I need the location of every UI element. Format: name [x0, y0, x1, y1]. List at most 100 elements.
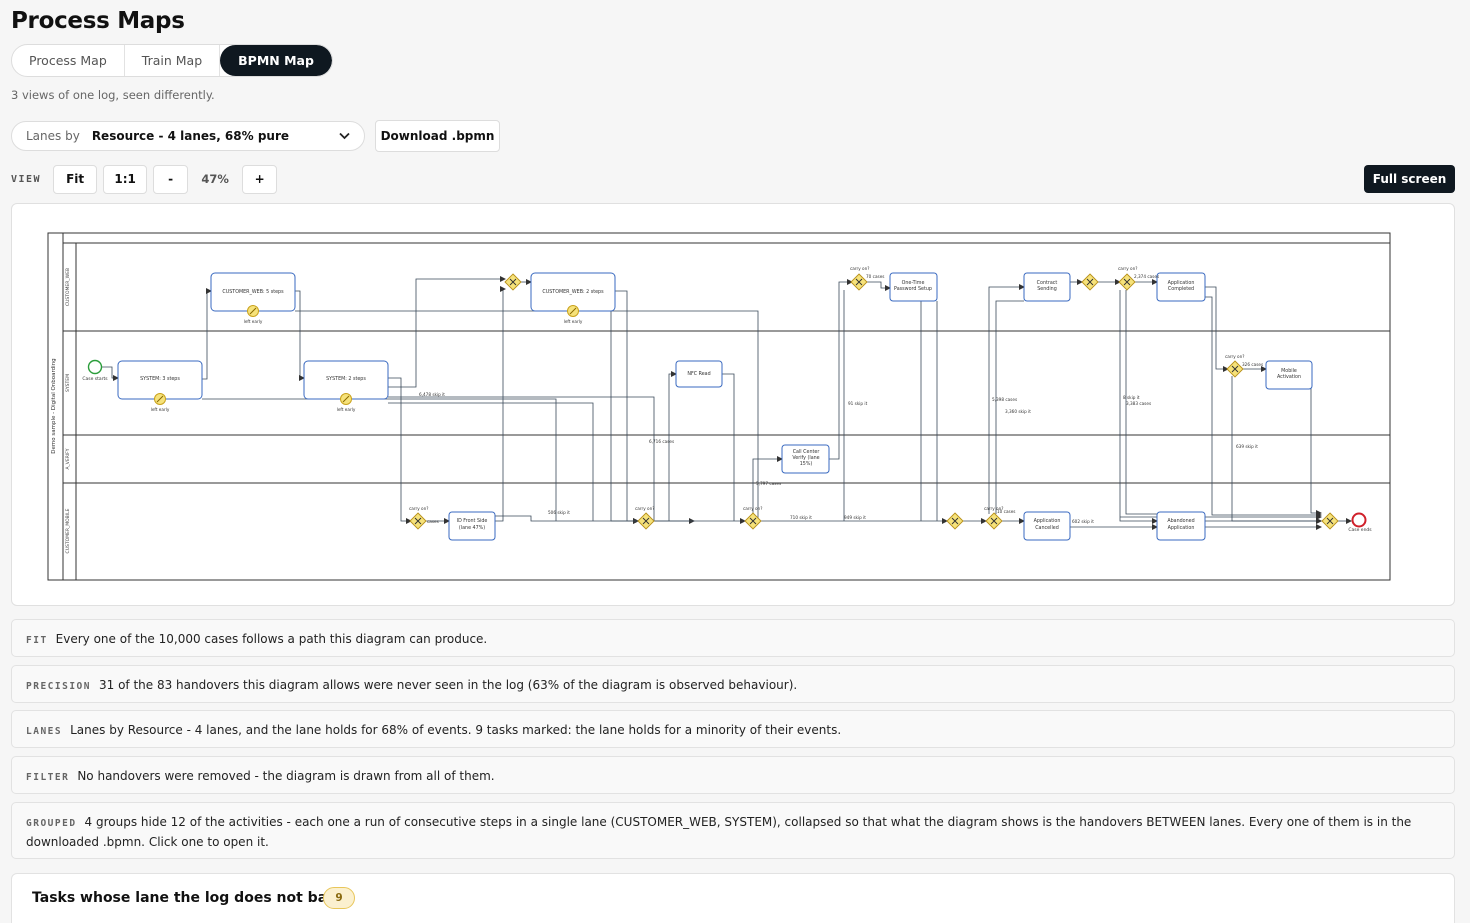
- task-label: Contract: [1037, 280, 1058, 286]
- edge-label: 949 skip it: [844, 515, 866, 520]
- edge-label: 602 skip it: [1072, 519, 1094, 524]
- zoom-level: 47%: [201, 172, 229, 186]
- task-label: Cancelled: [1035, 525, 1059, 531]
- task-label: Sending: [1037, 286, 1057, 292]
- fit-button[interactable]: Fit: [53, 164, 98, 194]
- lane-label-system: SYSTEM: [65, 374, 71, 392]
- view-label: VIEW: [11, 173, 42, 185]
- gateway-label: carry on?: [1225, 354, 1245, 359]
- task-label: SYSTEM: 3 steps: [140, 376, 180, 382]
- lanes-select[interactable]: Lanes by Resource - 4 lanes, 68% pure: [11, 121, 365, 151]
- zoom-out-button[interactable]: -: [153, 164, 189, 194]
- tab-train-map[interactable]: Train Map: [125, 45, 221, 76]
- fit-text: Every one of the 10,000 cases follows a …: [55, 632, 488, 646]
- task-label: Call Center: [793, 449, 820, 455]
- lane-label-a-verify: A_VERIFY: [65, 448, 71, 469]
- precision-text: 31 of the 83 handovers this diagram allo…: [98, 678, 798, 692]
- edge-label: 8 skip it: [1123, 395, 1140, 400]
- edge-label: 70 cases: [866, 274, 884, 279]
- chevron-down-icon: [339, 130, 350, 143]
- edge-label: 10 cases: [997, 509, 1015, 514]
- fit-info: FIT Every one of the 10,000 cases follows…: [11, 619, 1455, 657]
- lanes-select-value: Resource - 4 lanes, 68% pure: [91, 129, 290, 143]
- one-to-one-button[interactable]: 1:1: [103, 164, 148, 194]
- task-label: (lane 47%): [459, 525, 485, 531]
- fit-key: FIT: [26, 635, 48, 646]
- task-label: CUSTOMER_WEB: 2 steps: [542, 289, 604, 295]
- edge-label: 3,360 skip it: [1005, 409, 1031, 414]
- zoom-in-button[interactable]: +: [242, 164, 278, 194]
- edge-label: 6,716 cases: [649, 439, 674, 444]
- lanes-info: LANES Lanes by Resource - 4 lanes, and th…: [11, 710, 1455, 748]
- edge-label: 5,797 cases: [756, 481, 781, 486]
- lanes-select-label: Lanes by: [26, 129, 80, 143]
- edge-label: 3,383 cases: [1126, 401, 1151, 406]
- bpmn-diagram: Demo sample - Digital Onboarding CUSTOME…: [47, 232, 1391, 581]
- left-early-label: left early: [244, 319, 263, 324]
- left-early-icon: [154, 393, 166, 405]
- page-subtitle: 3 views of one log, seen differently.: [11, 88, 215, 102]
- edge-label: 506 skip it: [548, 510, 570, 515]
- filter-text: No handovers were removed - the diagram …: [77, 769, 495, 783]
- task-label: Mobile: [1281, 368, 1297, 374]
- task-label: 15%): [800, 461, 813, 467]
- edge-label: 5,398 cases: [992, 397, 1017, 402]
- left-early-icon: [340, 393, 352, 405]
- page-title: Process Maps: [11, 8, 185, 34]
- gateway-label: carry on?: [409, 506, 429, 511]
- end-event[interactable]: [1351, 512, 1367, 528]
- edge-label: cases: [427, 519, 439, 524]
- task-label: Abandoned: [1167, 518, 1194, 524]
- tab-bpmn-map[interactable]: BPMN Map: [220, 45, 332, 76]
- case-ends-label: Case ends: [1348, 527, 1372, 533]
- left-early-label: left early: [151, 407, 170, 412]
- task-label: Verify (lane: [792, 455, 819, 461]
- grouped-text: 4 groups hide 12 of the activities - eac…: [26, 815, 1412, 849]
- bpmn-canvas[interactable]: Demo sample - Digital Onboarding CUSTOME…: [11, 203, 1455, 606]
- edge-label: 91 skip it: [848, 401, 868, 406]
- count-badge: 9: [323, 887, 355, 909]
- task-label: Application: [1168, 280, 1195, 286]
- lane-label-customer-mobile: CUSTOMER_MOBILE: [65, 508, 71, 553]
- edge-label: 2,374 cases: [1134, 274, 1159, 279]
- task-label: Application: [1168, 525, 1195, 531]
- task-label: SYSTEM: 2 steps: [326, 376, 366, 382]
- task-label: ID Front Side: [457, 518, 488, 524]
- unbacked-tasks-card[interactable]: Tasks whose lane the log does not back 9: [11, 873, 1455, 923]
- edge-label: 326 cases: [1242, 362, 1263, 367]
- task-label: Password Setup: [894, 286, 932, 292]
- task-label: Application: [1034, 518, 1061, 524]
- unbacked-tasks-title: Tasks whose lane the log does not back: [32, 890, 345, 906]
- lanes-key: LANES: [26, 726, 63, 737]
- gateway-label: carry on?: [1118, 266, 1138, 271]
- grouped-key: GROUPED: [26, 818, 77, 829]
- task-label: Activation: [1277, 374, 1301, 380]
- download-bpmn-button[interactable]: Download .bpmn: [375, 120, 500, 152]
- task-label: NFC Read: [687, 371, 710, 377]
- task-label: CUSTOMER_WEB: 5 steps: [222, 289, 284, 295]
- lanes-text: Lanes by Resource - 4 lanes, and the lan…: [70, 723, 842, 737]
- edge-label: 710 skip it: [790, 515, 812, 520]
- task-label: Completed: [1168, 286, 1194, 292]
- left-early-label: left early: [564, 319, 583, 324]
- lane-label-customer-web: CUSTOMER_WEB: [65, 268, 71, 306]
- grouped-info: GROUPED 4 groups hide 12 of the activitie…: [11, 802, 1455, 859]
- view-tabs: Process Map Train Map BPMN Map: [11, 44, 333, 77]
- left-early-label: left early: [337, 407, 356, 412]
- left-early-icon: [247, 305, 259, 317]
- edge-label: 639 skip it: [1236, 444, 1258, 449]
- start-event[interactable]: [87, 359, 103, 375]
- filter-key: FILTER: [26, 772, 70, 783]
- full-screen-button[interactable]: Full screen: [1364, 165, 1455, 193]
- gateway-label: carry on?: [635, 506, 655, 511]
- pool-label: Demo sample - Digital Onboarding: [51, 358, 57, 453]
- filter-info: FILTER No handovers were removed - the di…: [11, 756, 1455, 794]
- task-label: One-Time: [902, 280, 925, 286]
- edge-label: 6,478 skip it: [419, 392, 445, 397]
- case-starts-label: Case starts: [82, 376, 108, 382]
- view-toolbar: VIEW Fit 1:1 - 47% +: [11, 164, 283, 194]
- tab-process-map[interactable]: Process Map: [12, 45, 125, 76]
- precision-info: PRECISION 31 of the 83 handovers this dia…: [11, 665, 1455, 703]
- precision-key: PRECISION: [26, 681, 91, 692]
- left-early-icon: [567, 305, 579, 317]
